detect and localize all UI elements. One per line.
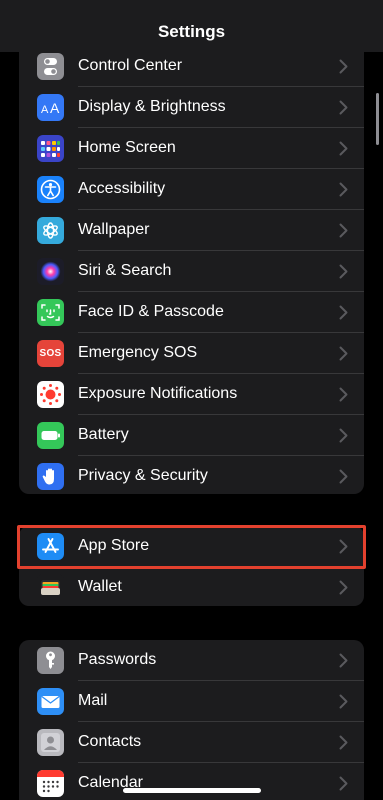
row-control-center[interactable]: Control Center — [19, 46, 364, 87]
row-label: Privacy & Security — [78, 467, 208, 484]
contacts-icon — [37, 729, 64, 756]
home-screen-icon — [37, 135, 64, 162]
settings-group-system: Control Center AA Display & Brightness H… — [19, 12, 364, 494]
row-emergency-sos[interactable]: SOS Emergency SOS — [19, 333, 364, 374]
row-app-store[interactable]: App Store — [19, 526, 364, 567]
row-label: Contacts — [78, 733, 142, 750]
calendar-icon — [37, 770, 64, 797]
chevron-right-icon — [339, 580, 348, 595]
row-label: Wallet — [78, 578, 122, 595]
accessibility-icon — [37, 176, 64, 203]
row-face-id-passcode[interactable]: Face ID & Passcode — [19, 292, 364, 333]
row-label: Wallpaper — [78, 221, 150, 238]
key-icon — [37, 647, 64, 674]
chevron-right-icon — [339, 264, 348, 279]
home-indicator[interactable] — [123, 788, 261, 793]
row-label: Face ID & Passcode — [78, 303, 224, 320]
wallet-icon — [37, 574, 64, 601]
row-label: Control Center — [78, 57, 183, 74]
navigation-bar: Settings — [0, 0, 383, 52]
chevron-right-icon — [339, 141, 348, 156]
row-wallet[interactable]: Wallet — [19, 567, 364, 606]
chevron-right-icon — [339, 223, 348, 238]
row-label: Mail — [78, 692, 108, 709]
row-battery[interactable]: Battery — [19, 415, 364, 456]
row-label: Siri & Search — [78, 262, 172, 279]
row-wallpaper[interactable]: Wallpaper — [19, 210, 364, 251]
mail-icon — [37, 688, 64, 715]
display-brightness-icon: AA — [37, 94, 64, 121]
chevron-right-icon — [339, 387, 348, 402]
sos-icon-text: SOS — [39, 348, 62, 359]
row-label: Accessibility — [78, 180, 166, 197]
svg-text:A: A — [41, 104, 49, 116]
chevron-right-icon — [339, 469, 348, 484]
chevron-right-icon — [339, 653, 348, 668]
chevron-right-icon — [339, 346, 348, 361]
chevron-right-icon — [339, 694, 348, 709]
row-privacy-security[interactable]: Privacy & Security — [19, 456, 364, 494]
control-center-icon — [37, 53, 64, 80]
wallpaper-icon — [37, 217, 64, 244]
sos-icon: SOS — [37, 340, 64, 367]
scroll-indicator[interactable] — [376, 93, 379, 145]
chevron-right-icon — [339, 305, 348, 320]
row-label: Exposure Notifications — [78, 385, 238, 402]
exposure-notifications-icon — [37, 381, 64, 408]
row-display-brightness[interactable]: AA Display & Brightness — [19, 87, 364, 128]
svg-text:A: A — [50, 100, 60, 116]
row-mail[interactable]: Mail — [19, 681, 364, 722]
row-label: Passwords — [78, 651, 157, 668]
battery-icon — [37, 422, 64, 449]
privacy-hand-icon — [37, 463, 64, 490]
chevron-right-icon — [339, 735, 348, 750]
siri-icon — [37, 258, 64, 285]
chevron-right-icon — [339, 182, 348, 197]
settings-group-apps: Passwords Mail Contacts Calendar — [19, 640, 364, 800]
row-passwords[interactable]: Passwords — [19, 640, 364, 681]
chevron-right-icon — [339, 539, 348, 554]
row-label: App Store — [78, 537, 150, 554]
row-label: Battery — [78, 426, 129, 443]
chevron-right-icon — [339, 100, 348, 115]
page-title: Settings — [157, 22, 226, 41]
row-home-screen[interactable]: Home Screen — [19, 128, 364, 169]
row-calendar[interactable]: Calendar — [19, 763, 364, 800]
row-accessibility[interactable]: Accessibility — [19, 169, 364, 210]
face-id-icon — [37, 299, 64, 326]
row-label: Display & Brightness — [78, 98, 226, 115]
chevron-right-icon — [339, 776, 348, 791]
row-label: Emergency SOS — [78, 344, 198, 361]
app-store-icon — [37, 533, 64, 560]
settings-group-store: App Store Wallet — [19, 526, 364, 606]
row-label: Home Screen — [78, 139, 176, 156]
chevron-right-icon — [339, 59, 348, 74]
row-exposure-notifications[interactable]: Exposure Notifications — [19, 374, 364, 415]
row-siri-search[interactable]: Siri & Search — [19, 251, 364, 292]
chevron-right-icon — [339, 428, 348, 443]
row-contacts[interactable]: Contacts — [19, 722, 364, 763]
